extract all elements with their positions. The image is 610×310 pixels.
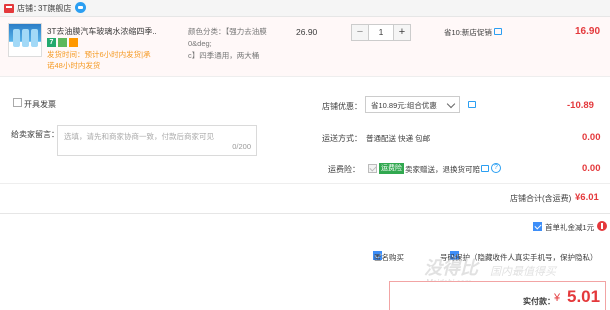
shop-coupon-value: 省10.89元:组合优惠 xyxy=(371,101,437,110)
product-row: 3T去油膜汽车玻璃水浓缩四季... 7 发货时间：预计6小时内发货|承 诺48小… xyxy=(0,17,610,77)
shipping-method-label: 运送方式： xyxy=(322,134,362,143)
shipping-insurance-text: 卖家赠送，退换货可赔 xyxy=(405,165,480,174)
coupon-info-icon[interactable] xyxy=(468,101,476,108)
shop-header: 店铺： 3T旗舰店 xyxy=(0,0,610,17)
product-title-link[interactable]: 3T去油膜汽车玻璃水浓缩四季... xyxy=(47,26,157,37)
promotion-text: 省10:新店促销 xyxy=(444,28,492,37)
credit-card-icon xyxy=(69,38,78,47)
shipping-insurance-tag: 运费险 xyxy=(379,163,404,174)
coupon-amount: -10.89 xyxy=(567,100,594,111)
sku-line-1: 颜色分类：【强力去油膜0&deg; xyxy=(188,27,267,48)
unit-price: 26.90 xyxy=(296,27,318,37)
shop-coupon-select[interactable]: 省10.89元:组合优惠 xyxy=(365,96,460,113)
promotion-info-icon[interactable] xyxy=(494,28,502,35)
shop-total-label: 店铺合计(含运费) xyxy=(510,194,572,203)
first-order-gift-checkbox[interactable] xyxy=(533,222,542,232)
shipping-insurance-checkbox xyxy=(368,164,377,173)
watermark-slogan: 国内最值得买 xyxy=(490,266,556,278)
shipping-method-value: 普通配送 快递 包邮 xyxy=(366,134,431,143)
shop-name-link[interactable]: 3T旗舰店 xyxy=(38,3,71,14)
seller-note-label: 给卖家留言： xyxy=(11,130,59,139)
seven-day-return-icon: 7 xyxy=(47,38,56,47)
watermark-logo: 没得比 xyxy=(424,258,478,278)
insurance-amount: 0.00 xyxy=(582,163,601,174)
seller-note-input[interactable]: 选填，请先和商家协商一致，付款后商家可见 0/200 xyxy=(57,125,257,156)
quantity-decrease-button[interactable]: − xyxy=(352,25,369,40)
shipping-promise-text: 诺48小时内发货 xyxy=(47,61,101,70)
seller-note-placeholder: 选填，请先和商家协商一致，付款后商家可见 xyxy=(64,132,214,141)
payment-currency: ¥ xyxy=(554,292,561,304)
shop-icon xyxy=(4,4,14,13)
help-icon[interactable]: ? xyxy=(491,163,501,173)
payment-label: 实付款： xyxy=(523,297,555,306)
shipping-time-text: 发货时间：预计6小时内发货|承 xyxy=(47,50,151,59)
payment-amount: 5.01 xyxy=(567,287,601,306)
chevron-down-icon xyxy=(446,99,456,109)
alert-icon xyxy=(597,221,607,231)
quantity-input[interactable]: 1 xyxy=(369,25,393,40)
shop-coupon-label: 店铺优惠： xyxy=(322,102,362,111)
product-thumbnail[interactable] xyxy=(8,23,42,57)
line-total: 16.90 xyxy=(575,26,601,37)
first-order-gift-label: 首单礼金减1元 xyxy=(545,223,595,232)
section-divider xyxy=(0,183,610,184)
quantity-increase-button[interactable]: + xyxy=(393,25,410,40)
seller-note-counter: 0/200 xyxy=(232,142,251,151)
insurance-chat-icon[interactable] xyxy=(481,165,489,172)
chat-seller-icon[interactable] xyxy=(75,2,86,13)
shipping-insurance-label: 运费险： xyxy=(328,165,360,174)
shop-total-amount: ¥6.01 xyxy=(575,192,599,203)
quantity-stepper: − 1 + xyxy=(351,24,411,41)
sku-line-2: c】四季通用，两大桶 xyxy=(188,51,260,60)
guarantee-icon xyxy=(58,38,67,47)
invoice-checkbox[interactable] xyxy=(13,98,22,107)
shipping-amount: 0.00 xyxy=(582,132,601,143)
service-badges: 7 xyxy=(47,38,80,48)
checkout-separator xyxy=(0,213,610,214)
invoice-label: 开具发票 xyxy=(24,100,56,109)
sku-info: 颜色分类：【强力去油膜0&deg; c】四季通用，两大桶 xyxy=(188,26,283,62)
anonymous-purchase-label: 匿名购买 xyxy=(374,253,404,262)
